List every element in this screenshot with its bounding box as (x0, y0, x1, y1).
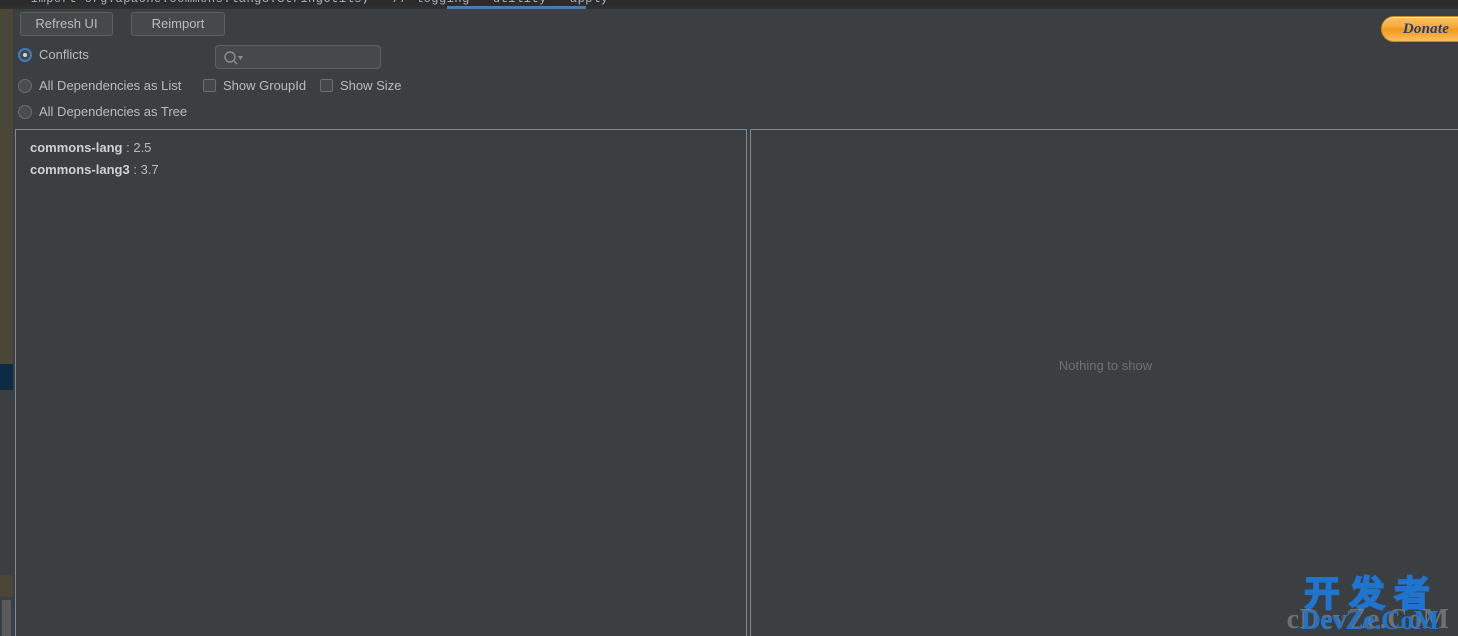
radio-conflicts[interactable]: Conflicts (18, 47, 89, 62)
checkbox-show-size-label: Show Size (340, 78, 402, 93)
radio-all-dependencies-as-tree-indicator (18, 104, 32, 119)
list-item[interactable]: commons-lang : 2.5 (16, 137, 746, 159)
left-gutter (0, 9, 13, 636)
checkbox-show-groupid-label: Show GroupId (223, 78, 307, 93)
list-item[interactable]: commons-lang3 : 3.7 (16, 159, 746, 181)
dependency-list: commons-lang : 2.5 commons-lang3 : 3.7 (16, 137, 746, 181)
radio-all-dependencies-as-list[interactable]: All Dependencies as List (18, 78, 181, 93)
gutter-segment-bottom (0, 575, 13, 597)
checkbox-show-groupid[interactable]: Show GroupId (203, 78, 306, 93)
search-icon (223, 50, 245, 66)
dependency-version: 3.7 (140, 162, 159, 177)
reimport-button[interactable]: Reimport (131, 12, 225, 36)
dependency-list-panel[interactable]: commons-lang : 2.5 commons-lang3 : 3.7 (15, 129, 747, 636)
dependency-artifact-id: commons-lang3 (30, 162, 130, 177)
radio-all-dependencies-as-tree[interactable]: All Dependencies as Tree (18, 104, 187, 119)
donate-button-label: Donate (1402, 21, 1450, 37)
dependency-separator: : (126, 140, 130, 155)
dependency-version: 2.5 (133, 140, 152, 155)
donate-button[interactable]: Donate (1381, 16, 1458, 42)
dependency-separator: : (133, 162, 137, 177)
gutter-scrollbar-thumb[interactable] (2, 600, 11, 636)
checkbox-show-groupid-box (203, 79, 216, 92)
radio-all-dependencies-as-list-indicator (18, 78, 32, 93)
dependency-detail-panel[interactable]: Nothing to show (750, 129, 1458, 636)
search-input[interactable] (215, 45, 381, 69)
gutter-segment-middle (0, 390, 13, 575)
radio-conflicts-label: Conflicts (39, 47, 89, 62)
toolbar: Refresh UI Reimport Donate (13, 9, 1458, 42)
radio-all-dependencies-as-list-label: All Dependencies as List (39, 78, 182, 93)
dependency-artifact-id: commons-lang (30, 140, 123, 155)
gutter-segment-highlight (0, 364, 13, 390)
options-panel: Conflicts All Dependencies as List All D… (13, 44, 1458, 128)
checkbox-show-size-box (320, 79, 333, 92)
empty-state: Nothing to show (751, 130, 1458, 636)
checkbox-show-size[interactable]: Show Size (320, 78, 401, 93)
empty-state-message: Nothing to show (1058, 357, 1153, 373)
maven-dependency-analyzer-window: import org.apache.commons.lang3.StringUt… (0, 0, 1458, 636)
radio-all-dependencies-as-tree-label: All Dependencies as Tree (39, 104, 188, 119)
editor-code-strip: import org.apache.commons.lang3.StringUt… (0, 0, 1458, 9)
gutter-segment-top (0, 9, 13, 364)
refresh-ui-button[interactable]: Refresh UI (20, 12, 113, 36)
radio-conflicts-indicator (18, 47, 32, 62)
